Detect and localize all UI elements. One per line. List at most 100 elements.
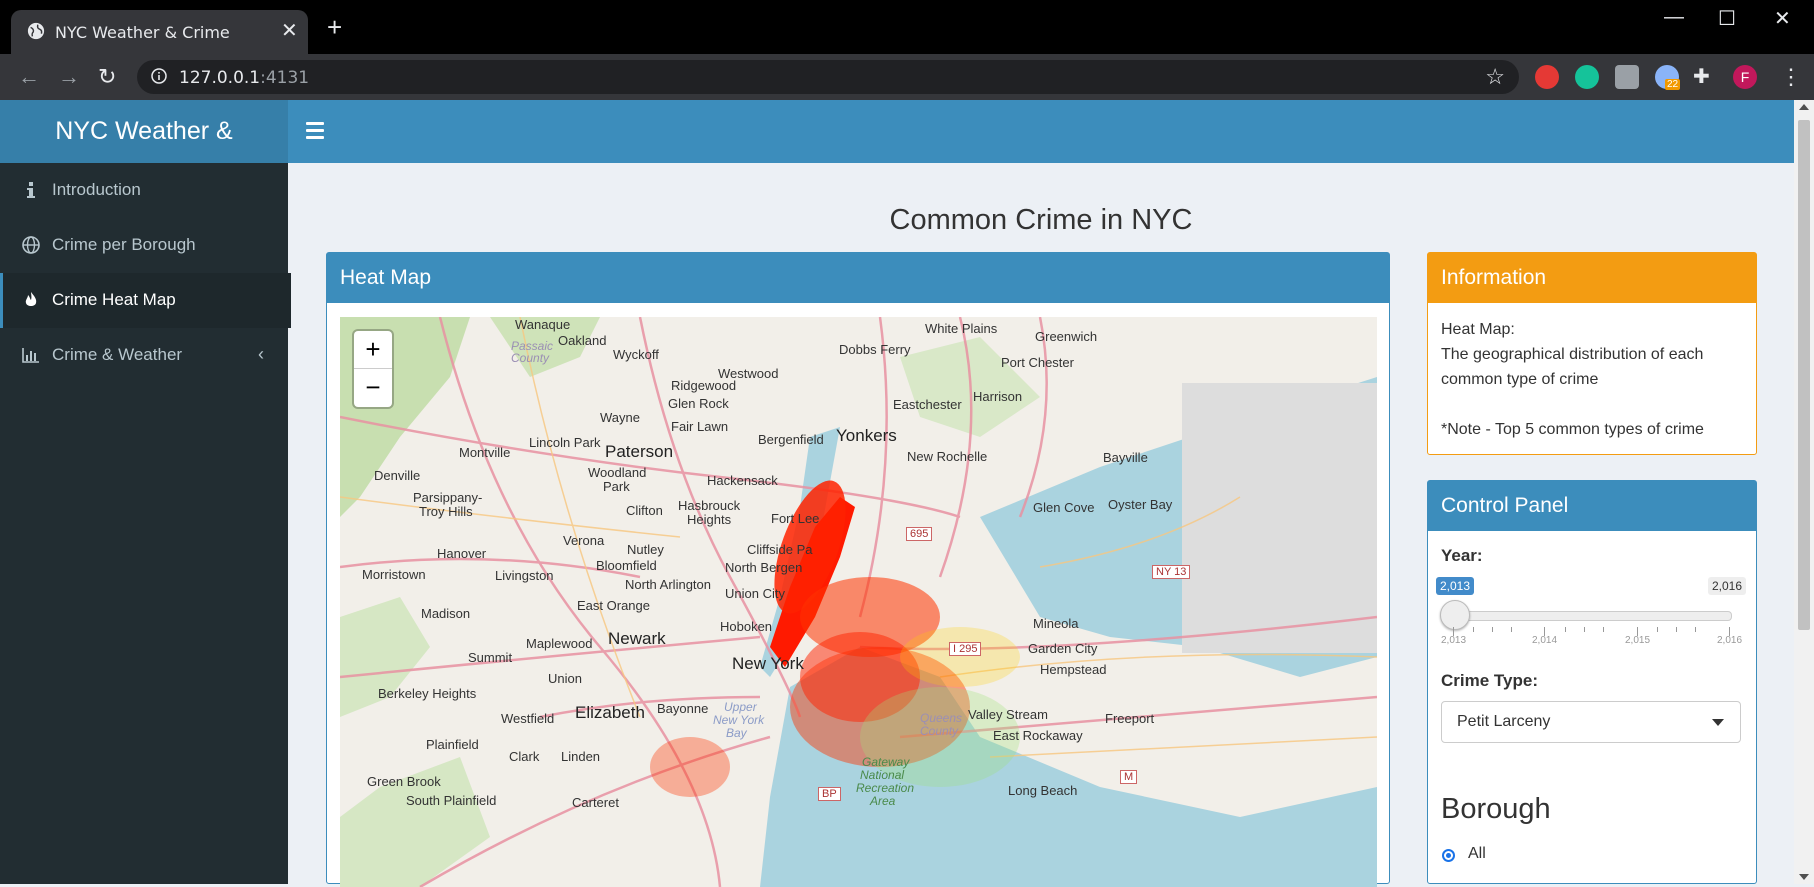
map-label: Bayville	[1103, 450, 1148, 465]
adblock-extension-icon[interactable]	[1535, 65, 1559, 89]
map-label: Hoboken	[720, 619, 773, 634]
scroll-down-icon[interactable]	[1799, 874, 1809, 880]
map-label: East Orange	[577, 598, 650, 613]
address-bar[interactable]: 127.0.0.1:4131 ☆	[137, 60, 1519, 94]
badge-extension-icon[interactable]: 22	[1655, 65, 1681, 90]
year-label: Year:	[1441, 546, 1483, 565]
map-label: Hasbrouck	[678, 498, 741, 513]
sidebar-item-label: Crime per Borough	[52, 235, 196, 254]
map-label: Livingston	[495, 568, 554, 583]
highway-shield: NY 13	[1152, 565, 1191, 579]
map-label: Glen Rock	[668, 396, 729, 411]
sidebar-item-introduction[interactable]: Introduction	[0, 163, 288, 218]
browser-tab[interactable]: NYC Weather & Crime ✕	[11, 10, 308, 54]
grammarly-extension-icon[interactable]	[1575, 65, 1599, 89]
map-label: County	[511, 351, 550, 365]
map-label: Nutley	[627, 542, 664, 557]
map-label: Plainfield	[426, 737, 479, 752]
map-label: Bloomfield	[596, 558, 657, 573]
minimize-icon[interactable]: —	[1664, 6, 1684, 29]
sidebar-item-crime-per-borough[interactable]: Crime per Borough	[0, 218, 288, 273]
zoom-out-button[interactable]: −	[354, 369, 392, 406]
maximize-icon[interactable]: ☐	[1718, 6, 1736, 31]
back-icon[interactable]: ←	[18, 64, 40, 90]
map-label: Union City	[725, 586, 785, 601]
map-label: Linden	[561, 749, 601, 764]
information-box-title: Information	[1428, 253, 1756, 303]
map-label: Bayonne	[657, 701, 709, 716]
reload-icon[interactable]: ↻	[98, 64, 116, 90]
forward-icon[interactable]: →	[58, 64, 80, 90]
sidebar-item-crime-heat-map[interactable]: Crime Heat Map	[0, 273, 291, 328]
map-label: Green Brook	[367, 774, 441, 789]
browser-toolbar: ← → ↻ 127.0.0.1:4131 ☆ 22 ✚ F ⋮	[0, 54, 1814, 100]
map-label: Elizabeth	[575, 703, 645, 722]
map-label: Hanover	[437, 546, 487, 561]
sidebar-item-label: Crime Heat Map	[52, 290, 176, 309]
highway-shield: 695	[906, 527, 933, 541]
slider-tick-label: 2,016	[1717, 635, 1743, 646]
extensions-puzzle-icon[interactable]: ✚	[1693, 64, 1710, 89]
zoom-in-button[interactable]: +	[354, 331, 392, 368]
map-label: Eastchester	[893, 397, 962, 412]
browser-menu-icon[interactable]: ⋮	[1780, 64, 1802, 90]
tab-close-icon[interactable]: ✕	[281, 18, 298, 43]
browser-tabstrip: NYC Weather & Crime ✕ + — ☐ ✕	[0, 0, 1814, 54]
highway-shield: I 295	[949, 642, 982, 656]
map-label: Area	[870, 794, 896, 808]
map-label: Montville	[459, 445, 511, 460]
site-info-icon[interactable]	[151, 68, 167, 84]
profile-avatar[interactable]: F	[1733, 65, 1757, 89]
map-label: Fair Lawn	[671, 419, 729, 434]
reader-extension-icon[interactable]	[1615, 65, 1639, 89]
sidebar-item-label: Introduction	[52, 180, 141, 199]
slider-handle[interactable]	[1440, 600, 1470, 630]
chevron-left-icon: ‹	[258, 344, 264, 364]
slider-tick-label: 2,013	[1441, 635, 1467, 646]
sidebar: Introduction Crime per Borough Crime Hea…	[0, 163, 291, 884]
slider-track[interactable]	[1452, 611, 1732, 621]
map-label: New Rochelle	[907, 449, 988, 464]
page-scrollbar[interactable]	[1794, 100, 1814, 884]
heatmap-map[interactable]: Wanaque Oakland Passaic County Wyckoff R…	[340, 317, 1377, 887]
sidebar-item-crime-weather[interactable]: Crime & Weather ‹	[0, 328, 288, 383]
map-label: Harrison	[973, 389, 1023, 404]
map-label: White Plains	[925, 321, 998, 336]
new-tab-icon[interactable]: +	[327, 14, 342, 40]
map-label: Yonkers	[836, 426, 897, 445]
map-label: Park	[603, 479, 630, 494]
borough-heading: Borough	[1441, 793, 1551, 825]
map-label: Morristown	[362, 567, 426, 582]
bookmark-star-icon[interactable]: ☆	[1485, 64, 1505, 90]
window-close-icon[interactable]: ✕	[1774, 6, 1791, 31]
info-icon	[27, 182, 35, 198]
map-label: Madison	[421, 606, 471, 621]
control-panel-box: Control Panel Year: 2,013 2,016 2,013 2,…	[1427, 480, 1757, 884]
heatmap-box: Heat Map Wanaque Oakland Passaic County …	[326, 252, 1390, 887]
map-label: Troy Hills	[419, 504, 473, 519]
tab-title: NYC Weather & Crime	[55, 23, 230, 42]
map-label: Hempstead	[1040, 662, 1107, 677]
map-label: Berkeley Heights	[378, 686, 477, 701]
map-label: Gateway	[862, 755, 910, 769]
crime-type-value: Petit Larceny	[1457, 713, 1551, 730]
slider-tick-label: 2,015	[1625, 635, 1651, 646]
scroll-up-icon[interactable]	[1799, 104, 1809, 110]
crime-type-label: Crime Type:	[1441, 671, 1538, 690]
map-label: Newark	[608, 629, 666, 648]
borough-radio-all[interactable]	[1442, 849, 1455, 862]
heatmap-box-title: Heat Map	[327, 253, 1389, 303]
map-label: Mineola	[1033, 616, 1079, 631]
url-text: 127.0.0.1:4131	[179, 68, 310, 88]
map-label: Wyckoff	[613, 347, 659, 362]
crime-type-select[interactable]: Petit Larceny	[1441, 701, 1741, 743]
sidebar-toggle-icon[interactable]	[306, 122, 324, 140]
map-label: Glen Cove	[1033, 500, 1095, 515]
map-label: East Rockaway	[993, 728, 1083, 743]
map-label: National	[860, 768, 905, 782]
map-label: Bergenfield	[758, 432, 824, 447]
app-logo[interactable]: NYC Weather &	[0, 100, 288, 163]
map-label: Heights	[687, 512, 732, 527]
scrollbar-thumb[interactable]	[1798, 120, 1810, 630]
extension-badge: 22	[1665, 79, 1681, 90]
